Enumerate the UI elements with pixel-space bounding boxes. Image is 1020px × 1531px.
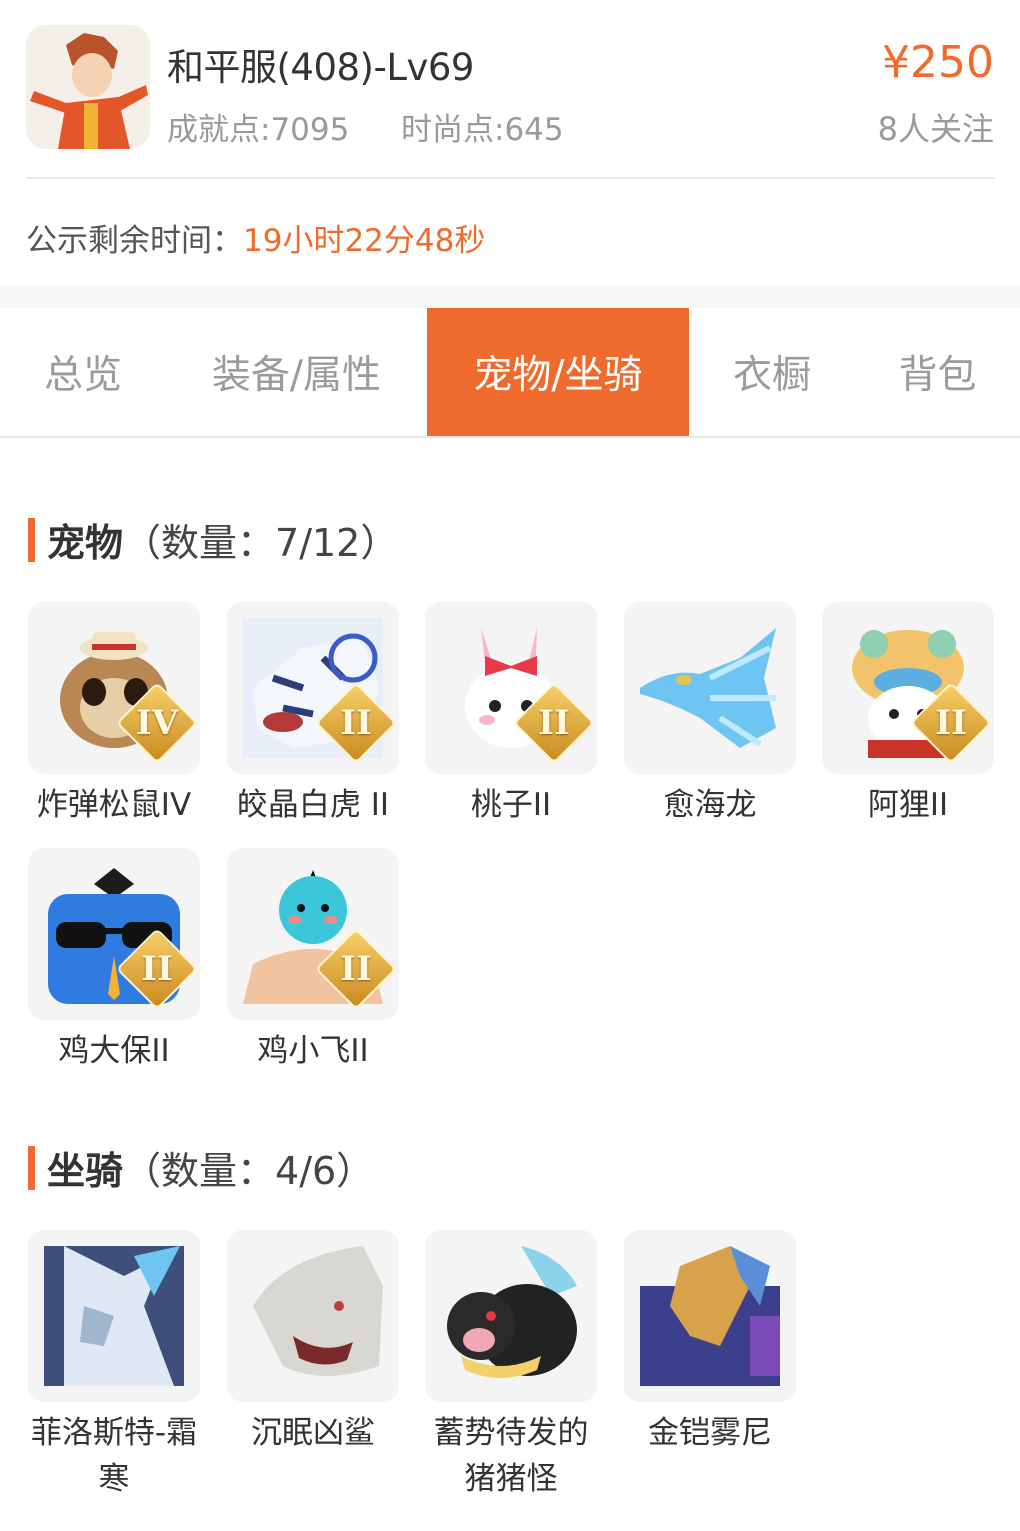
shark-icon [227,1230,399,1402]
mounts-count: （数量：4/6） [123,1149,375,1193]
tab-backpack[interactable]: 背包 [855,308,1020,436]
white-tiger-icon: II [227,602,399,774]
pet-item[interactable]: II 桃子II [425,602,597,828]
mounts-section-title: 坐骑 （数量：4/6） [28,1140,374,1195]
section-separator [0,286,1020,308]
lion-dance-icon: II [822,602,994,774]
countdown-time: 19小时22分48秒 [243,223,486,259]
price: ¥250 [882,37,994,88]
armored-bird-icon [624,1230,796,1402]
squirrel-icon: IV [28,602,200,774]
pet-name: 炸弹松鼠IV [36,787,192,823]
sea-dragon-icon [624,602,796,774]
section-accent-bar [28,517,35,562]
rank-badge-text: II [935,703,967,743]
mount-item[interactable]: 沉眠凶鲨 [227,1230,399,1456]
pets-title: 宠物 [47,521,124,565]
pet-item[interactable]: II 皎晶白虎 II [227,602,399,828]
frost-dragon-icon [28,1230,200,1402]
section-accent-bar [28,1145,35,1190]
mount-name: 沉眠凶鲨 [251,1415,375,1451]
mount-name: 金铠雾尼 [648,1415,772,1451]
mount-item[interactable]: 菲洛斯特-霜寒 [28,1230,200,1502]
listing-header: 和平服(408)-Lv69 成就点:7095 时尚点:645 ¥250 8人关注 [0,0,1020,180]
follower-count[interactable]: 8人关注 [878,104,994,150]
countdown-label: 公示剩余时间： [26,223,243,259]
pet-item[interactable]: II 阿狸II [822,602,994,828]
tab-equipment[interactable]: 装备/属性 [166,308,427,436]
divider [26,177,995,179]
pet-name: 鸡小飞II [257,1033,369,1069]
mount-item[interactable]: 蓄势待发的猪猪怪 [425,1230,597,1502]
pet-name: 桃子II [470,787,552,823]
character-avatar[interactable] [26,25,150,149]
blue-bird-icon: II [28,848,200,1020]
pet-item[interactable]: 愈海龙 [624,602,796,828]
mount-name: 蓄势待发的猪猪怪 [433,1415,589,1497]
pet-item[interactable]: II 鸡大保II [28,848,200,1074]
rank-badge-text: II [340,703,372,743]
rank-badge-text: IV [135,703,179,743]
mount-name: 菲洛斯特-霜寒 [30,1415,198,1497]
pet-name: 愈海龙 [663,787,757,823]
tab-wardrobe[interactable]: 衣橱 [689,308,855,436]
publicity-countdown: 公示剩余时间：19小时22分48秒 [26,215,485,260]
server-level-title: 和平服(408)-Lv69 [167,46,474,89]
pet-item[interactable]: IV 炸弹松鼠IV [28,602,200,828]
pet-name: 鸡大保II [58,1033,170,1069]
pets-section-title: 宠物 （数量：7/12） [28,512,398,567]
tab-overview[interactable]: 总览 [0,308,166,436]
rank-badge-text: II [141,949,173,989]
bunny-icon: II [425,602,597,774]
rank-badge-text: II [340,949,372,989]
mount-item[interactable]: 金铠雾尼 [624,1230,796,1456]
achievement-points: 成就点:7095 [167,112,350,148]
chick-icon: II [227,848,399,1020]
pets-count: （数量：7/12） [123,521,399,565]
pet-name: 阿狸II [867,787,949,823]
rank-badge-text: II [538,703,570,743]
pet-name: 皎晶白虎 II [236,787,390,823]
fashion-points: 时尚点:645 [401,112,564,148]
tab-pets-mounts[interactable]: 宠物/坐骑 [427,308,689,436]
pet-item[interactable]: II 鸡小飞II [227,848,399,1074]
mounts-title: 坐骑 [47,1149,124,1193]
pig-icon [425,1230,597,1402]
tab-bar: 总览 装备/属性 宠物/坐骑 衣橱 背包 [0,308,1020,438]
